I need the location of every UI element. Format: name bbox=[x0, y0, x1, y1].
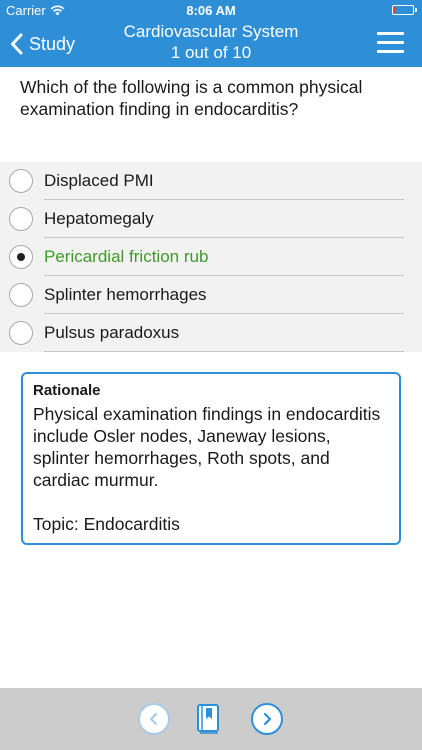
screen: Carrier 8:06 AM Study Cardiovascular Sys… bbox=[0, 0, 422, 750]
answer-option[interactable]: Hepatomegaly bbox=[0, 200, 422, 238]
clock: 8:06 AM bbox=[186, 3, 236, 18]
question-progress: 1 out of 10 bbox=[170, 43, 252, 62]
radio-button[interactable] bbox=[9, 321, 33, 345]
answer-label: Splinter hemorrhages bbox=[44, 285, 207, 304]
answer-option[interactable]: Pericardial friction rub bbox=[0, 238, 422, 276]
radio-button[interactable] bbox=[9, 283, 33, 307]
hamburger-menu-icon[interactable] bbox=[377, 32, 404, 54]
rationale-body: Physical examination findings in endocar… bbox=[33, 404, 381, 490]
back-label: Study bbox=[29, 33, 76, 54]
radio-button[interactable] bbox=[9, 207, 33, 231]
answer-option[interactable]: Displaced PMI bbox=[0, 162, 422, 200]
status-bar: Carrier 8:06 AM bbox=[0, 0, 422, 20]
answer-list: Displaced PMI Hepatomegaly Pericardial f… bbox=[0, 162, 422, 352]
answer-label: Displaced PMI bbox=[44, 171, 154, 190]
rationale-title: Rationale bbox=[33, 382, 101, 399]
radio-button[interactable] bbox=[9, 245, 33, 269]
rationale-box: Rationale Physical examination findings … bbox=[21, 372, 401, 545]
bookmark-book-icon[interactable] bbox=[193, 702, 223, 736]
answer-label: Hepatomegaly bbox=[44, 209, 154, 228]
next-question-button[interactable] bbox=[251, 703, 283, 735]
nav-title-main: Cardiovascular System bbox=[123, 22, 299, 41]
battery-icon bbox=[392, 5, 417, 15]
nav-title: Cardiovascular System 1 out of 10 bbox=[80, 21, 342, 63]
radio-button[interactable] bbox=[9, 169, 33, 193]
chevron-right-circle-icon bbox=[263, 712, 272, 726]
rationale-topic: Topic: Endocarditis bbox=[33, 514, 180, 534]
answer-label: Pulsus paradoxus bbox=[44, 323, 180, 342]
nav-bar: Study Cardiovascular System 1 out of 10 bbox=[0, 20, 422, 67]
battery-level-fill bbox=[394, 7, 396, 13]
answer-label: Pericardial friction rub bbox=[44, 247, 209, 266]
question-text: Which of the following is a common physi… bbox=[20, 77, 363, 119]
chevron-left-circle-icon bbox=[149, 712, 158, 726]
back-button[interactable]: Study bbox=[10, 30, 75, 58]
previous-question-button[interactable] bbox=[138, 703, 170, 735]
answer-option[interactable]: Splinter hemorrhages bbox=[0, 276, 422, 314]
bottom-toolbar bbox=[0, 688, 422, 750]
answer-option[interactable]: Pulsus paradoxus bbox=[0, 314, 422, 352]
header: Carrier 8:06 AM Study Cardiovascular Sys… bbox=[0, 0, 422, 67]
chevron-left-icon bbox=[11, 33, 23, 55]
